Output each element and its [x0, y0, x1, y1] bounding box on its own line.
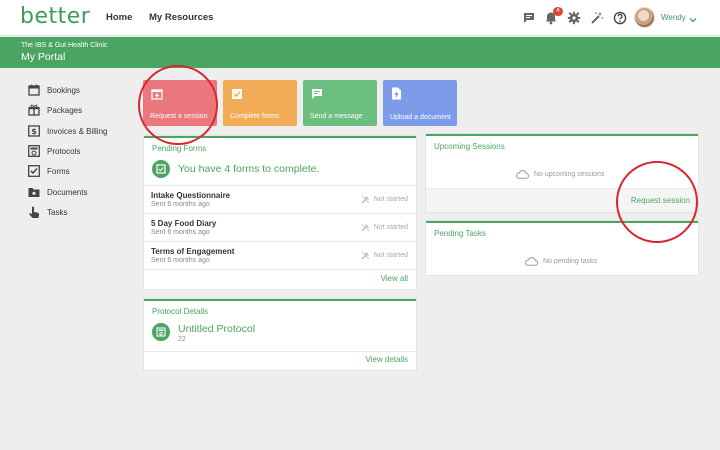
request-session-tile[interactable]: Request a session	[143, 80, 217, 126]
user-name[interactable]: Wendy	[661, 13, 686, 22]
card-title: Upcoming Sessions	[434, 142, 505, 151]
dollar-icon: $	[27, 124, 41, 138]
form-row[interactable]: Terms of Engagement Sent 6 months ago No…	[144, 241, 416, 269]
notification-badge: 4	[553, 7, 563, 16]
form-name[interactable]: Terms of Engagement	[151, 247, 234, 256]
tile-label: Upload a document	[390, 114, 451, 121]
form-row[interactable]: 5 Day Food Diary Sent 6 months ago Not s…	[144, 213, 416, 241]
cloud-icon	[516, 170, 529, 179]
sidebar-item-label: Forms	[47, 166, 70, 176]
empty-state: No upcoming sessions	[515, 170, 604, 179]
tile-label: Request a session	[150, 113, 208, 120]
card-title: Pending Forms	[152, 144, 207, 153]
not-started-icon	[361, 251, 370, 260]
top-bar: better Home My Resources 4 Wendy	[0, 0, 720, 36]
form-sent-time: Sent 6 months ago	[151, 257, 210, 264]
sidebar-item-forms[interactable]: Forms	[27, 164, 70, 178]
sidebar-item-label: Protocols	[47, 146, 81, 156]
sidebar-item-protocols[interactable]: Protocols	[27, 144, 80, 158]
protocol-name[interactable]: Untitled Protocol	[178, 323, 255, 335]
sidebar-item-invoices[interactable]: $ Invoices & Billing	[27, 124, 107, 138]
portal-header: The IBS & Gut Health Clinic My Portal	[0, 37, 720, 68]
cloud-icon	[525, 257, 538, 266]
forms-summary: You have 4 forms to complete.	[152, 160, 319, 178]
sidebar-item-tasks[interactable]: Tasks	[27, 205, 67, 219]
pending-tasks-card: Pending Tasks No pending tasks	[426, 221, 698, 275]
divider	[144, 351, 416, 352]
gift-icon	[27, 103, 41, 117]
checklist-icon	[27, 164, 41, 178]
clinic-name: The IBS & Gut Health Clinic	[21, 42, 108, 49]
checklist-icon	[152, 160, 170, 178]
nav-my-resources-link[interactable]: My Resources	[149, 12, 213, 23]
form-status-label: Not started	[373, 252, 408, 259]
form-row[interactable]: Intake Questionnaire Sent 6 months ago N…	[144, 185, 416, 213]
page-title: My Portal	[21, 51, 66, 63]
svg-text:$: $	[31, 127, 37, 136]
not-started-icon	[361, 223, 370, 232]
upload-document-tile[interactable]: Upload a document	[383, 80, 457, 126]
form-sent-time: Sent 6 months ago	[151, 229, 210, 236]
sidebar-item-packages[interactable]: Packages	[27, 103, 82, 117]
forms-footer	[144, 269, 416, 289]
calendar-plus-icon	[151, 87, 163, 105]
form-status: Not started	[361, 223, 408, 232]
user-avatar[interactable]	[634, 7, 655, 28]
sidebar-item-label: Documents	[47, 187, 88, 197]
complete-forms-tile[interactable]: Complete forms	[223, 80, 297, 126]
empty-state-text: No upcoming sessions	[534, 171, 605, 178]
folder-icon	[27, 185, 41, 199]
request-session-link[interactable]: Request session	[631, 196, 690, 205]
app-logo[interactable]: better	[20, 4, 90, 29]
sidebar-item-label: Bookings	[47, 85, 80, 95]
protocol-number: 22	[178, 336, 186, 343]
form-status-label: Not started	[373, 196, 408, 203]
protocol-icon	[27, 144, 41, 158]
not-started-icon	[361, 195, 370, 204]
chevron-down-icon[interactable]	[688, 12, 698, 30]
sidebar-item-label: Invoices & Billing	[47, 126, 108, 136]
pending-forms-card: Pending Forms You have 4 forms to comple…	[144, 136, 416, 289]
view-details-link[interactable]: View details	[365, 355, 408, 364]
form-name[interactable]: 5 Day Food Diary	[151, 219, 216, 228]
empty-state-text: No pending tasks	[543, 258, 598, 265]
card-footer: Request session	[426, 188, 698, 212]
protocol-details-card: Protocol Details Untitled Protocol 22 Vi…	[144, 299, 416, 370]
card-title: Protocol Details	[152, 307, 209, 316]
view-all-link[interactable]: View all	[381, 274, 408, 283]
upcoming-sessions-card: Upcoming Sessions No upcoming sessions R…	[426, 134, 698, 212]
form-sent-time: Sent 6 months ago	[151, 201, 210, 208]
tile-label: Send a message	[310, 113, 363, 120]
send-message-tile[interactable]: Send a message	[303, 80, 377, 126]
sidebar-item-label: Tasks	[47, 207, 68, 217]
empty-state: No pending tasks	[524, 257, 597, 266]
form-status: Not started	[361, 251, 408, 260]
gear-icon[interactable]	[566, 10, 582, 26]
help-icon[interactable]	[612, 10, 628, 26]
message-icon	[311, 87, 323, 105]
sidebar-item-bookings[interactable]: Bookings	[27, 83, 80, 97]
tile-label: Complete forms	[230, 113, 280, 120]
magic-wand-icon[interactable]	[589, 10, 605, 26]
calendar-icon	[27, 83, 41, 97]
form-status-label: Not started	[373, 224, 408, 231]
hand-pointer-icon	[27, 205, 41, 219]
form-name[interactable]: Intake Questionnaire	[151, 191, 230, 200]
protocol-icon	[152, 323, 170, 341]
file-upload-icon	[391, 87, 402, 105]
form-status: Not started	[361, 195, 408, 204]
sidebar-item-documents[interactable]: Documents	[27, 185, 87, 199]
checkbox-icon	[231, 87, 243, 105]
chat-icon[interactable]	[521, 10, 537, 26]
card-title: Pending Tasks	[434, 229, 486, 238]
nav-home-link[interactable]: Home	[106, 12, 132, 23]
sidebar-item-label: Packages	[47, 105, 83, 115]
forms-summary-text: You have 4 forms to complete.	[178, 163, 320, 175]
